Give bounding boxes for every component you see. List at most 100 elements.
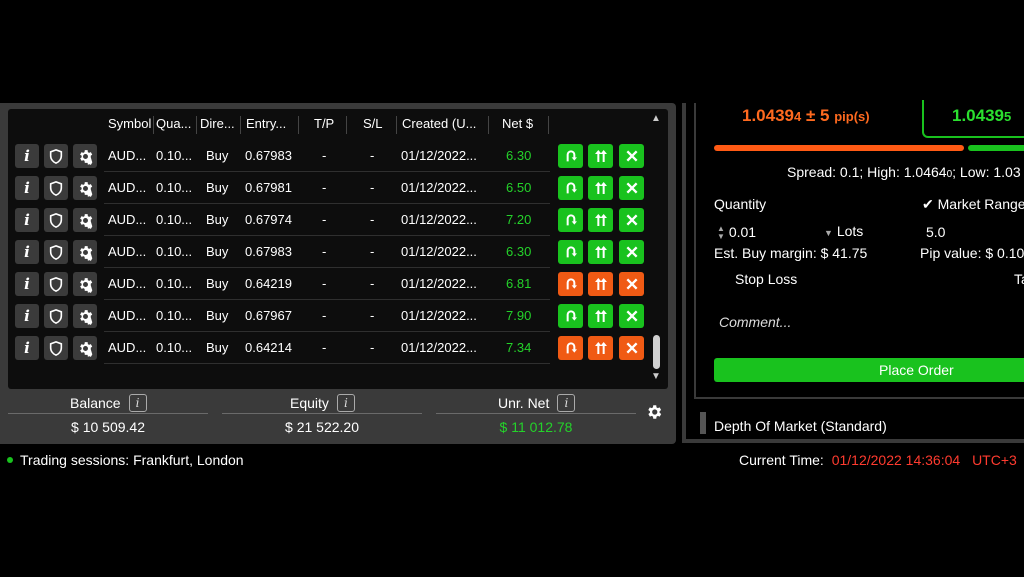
info-icon[interactable]: i [15, 240, 39, 264]
col-divider[interactable] [346, 116, 347, 134]
info-icon[interactable]: i [15, 304, 39, 328]
col-tp[interactable]: T/P [314, 113, 340, 135]
stop-loss-toggle[interactable]: Stop Loss [735, 271, 797, 287]
lots-select[interactable]: ▼ Lots [824, 223, 863, 239]
reverse-icon[interactable] [558, 272, 583, 296]
col-divider[interactable] [196, 116, 197, 134]
checkmark-icon[interactable]: ✔ [922, 196, 934, 212]
reverse-icon[interactable] [558, 240, 583, 264]
col-entry[interactable]: Entry... [246, 113, 296, 135]
comment-input[interactable]: Comment... [719, 314, 791, 330]
col-divider[interactable] [396, 116, 397, 134]
double-up-icon[interactable] [588, 336, 613, 360]
reverse-icon[interactable] [558, 144, 583, 168]
info-icon[interactable]: i [15, 144, 39, 168]
col-divider[interactable] [548, 116, 549, 134]
depth-of-market-header[interactable]: Depth Of Market (Standard) [714, 418, 887, 434]
sell-price[interactable]: 1.04394 ± 5 pip(s) [742, 106, 870, 126]
reverse-icon[interactable] [558, 208, 583, 232]
double-up-icon[interactable] [588, 144, 613, 168]
table-row[interactable]: i AUD... 0.10... Buy 0.67967 - - 01/12/2022... 7… [8, 300, 648, 332]
buy-price-main[interactable]: 1.0439 [952, 106, 1004, 125]
double-up-icon[interactable] [588, 208, 613, 232]
col-symbol[interactable]: Symbol [108, 113, 152, 135]
cell-direction: Buy [206, 212, 229, 227]
market-range-toggle[interactable]: ✔ Market Range [922, 196, 1024, 213]
cell-net: 6.50 [506, 180, 532, 195]
scroll-down-arrow-icon[interactable]: ▼ [651, 371, 661, 382]
col-direction[interactable]: Dire... [200, 113, 238, 135]
cell-created: 01/12/2022... [401, 212, 477, 227]
col-divider[interactable] [488, 116, 489, 134]
dropdown-icon[interactable]: ▼ [824, 228, 833, 238]
table-row[interactable]: i AUD... 0.10... Buy 0.67983 - - 01/12/2022... 6… [8, 140, 648, 172]
buy-price[interactable]: 1.04395 [952, 106, 1011, 126]
gear-icon[interactable] [73, 336, 97, 360]
close-icon[interactable] [619, 208, 644, 232]
quantity-stepper[interactable]: ▲ ▼ 0.01 [717, 224, 756, 241]
table-row[interactable]: i AUD... 0.10... Buy 0.67981 - - 01/12/2022... 6… [8, 172, 648, 204]
table-row[interactable]: i AUD... 0.10... Buy 0.67974 - - 01/12/2022... 7… [8, 204, 648, 236]
close-icon[interactable] [619, 336, 644, 360]
scroll-up-arrow-icon[interactable]: ▲ [651, 113, 661, 124]
close-icon[interactable] [619, 240, 644, 264]
place-order-button[interactable]: Place Order [714, 358, 1024, 382]
sell-price-main[interactable]: 1.0439 [742, 106, 794, 125]
double-up-icon[interactable] [588, 176, 613, 200]
shield-icon[interactable] [44, 144, 68, 168]
gear-icon[interactable] [73, 208, 97, 232]
cell-symbol: AUD... [108, 244, 147, 259]
reverse-icon[interactable] [558, 176, 583, 200]
timezone-value: UTC+3 [972, 452, 1017, 468]
col-divider[interactable] [298, 116, 299, 134]
balance-value: $ 10 509.42 [71, 419, 145, 435]
gear-icon[interactable] [73, 176, 97, 200]
sell-price-pipette[interactable]: 4 [794, 109, 801, 124]
double-up-icon[interactable] [588, 304, 613, 328]
shield-icon[interactable] [44, 176, 68, 200]
shield-icon[interactable] [44, 208, 68, 232]
buy-price-pipette[interactable]: 5 [1004, 109, 1011, 124]
table-row[interactable]: i AUD... 0.10... Buy 0.64214 - - 01/12/2022... 7… [8, 332, 648, 364]
info-icon[interactable]: i [336, 394, 355, 412]
take-profit-toggle[interactable]: Ta [1014, 271, 1024, 287]
reverse-icon[interactable] [558, 304, 583, 328]
close-icon[interactable] [619, 144, 644, 168]
col-net[interactable]: Net $ [502, 113, 542, 135]
gear-icon[interactable] [73, 272, 97, 296]
info-icon[interactable]: i [15, 208, 39, 232]
close-icon[interactable] [619, 304, 644, 328]
settings-gear-icon[interactable] [645, 403, 663, 424]
shield-icon[interactable] [44, 336, 68, 360]
double-up-icon[interactable] [588, 272, 613, 296]
info-icon[interactable]: i [15, 272, 39, 296]
table-row[interactable]: i AUD... 0.10... Buy 0.67983 - - 01/12/2022... 6… [8, 236, 648, 268]
shield-icon[interactable] [44, 272, 68, 296]
col-quantity[interactable]: Qua... [156, 113, 196, 135]
reverse-icon[interactable] [558, 336, 583, 360]
gear-icon[interactable] [73, 144, 97, 168]
info-icon[interactable]: i [15, 176, 39, 200]
table-row[interactable]: i AUD... 0.10... Buy 0.64219 - - 01/12/2022... 6… [8, 268, 648, 300]
double-up-icon[interactable] [588, 240, 613, 264]
shield-icon[interactable] [44, 240, 68, 264]
depth-of-market-handle[interactable] [700, 412, 706, 434]
info-icon[interactable]: i [15, 336, 39, 360]
stepper-icon[interactable]: ▲ ▼ [717, 225, 725, 241]
info-icon[interactable]: i [557, 394, 576, 412]
divider [8, 413, 208, 414]
col-created[interactable]: Created (U... [402, 113, 486, 135]
close-icon[interactable] [619, 272, 644, 296]
info-icon[interactable]: i [128, 394, 147, 412]
gear-icon[interactable] [73, 304, 97, 328]
col-sl[interactable]: S/L [363, 113, 389, 135]
gear-icon[interactable] [73, 240, 97, 264]
shield-icon[interactable] [44, 304, 68, 328]
scrollbar-thumb[interactable] [653, 335, 660, 369]
col-divider[interactable] [153, 116, 154, 134]
market-range-input[interactable]: 5.0 [926, 224, 945, 240]
close-icon[interactable] [619, 176, 644, 200]
col-divider[interactable] [240, 116, 241, 134]
quantity-input[interactable]: 0.01 [729, 224, 756, 240]
cell-tp: - [322, 212, 327, 227]
